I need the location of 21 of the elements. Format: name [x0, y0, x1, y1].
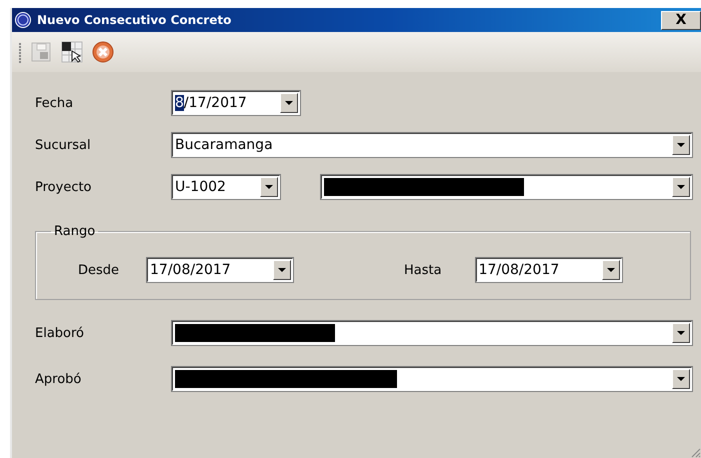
aprobo-label: Aprobó — [35, 372, 82, 386]
fecha-label: Fecha — [35, 96, 74, 110]
project-name-dropdown[interactable] — [320, 174, 693, 200]
desde-label: Desde — [76, 262, 119, 278]
aprobo-dropdown[interactable] — [171, 366, 693, 392]
toolbar-grip-icon — [18, 40, 22, 64]
app-logo-icon — [15, 12, 31, 28]
rango-title: Rango — [53, 224, 96, 239]
elaboro-label: Elaboró — [35, 326, 86, 340]
project-code-dropdown[interactable]: U-1002 — [171, 174, 281, 200]
sucursal-label: Sucursal — [35, 138, 92, 152]
hasta-date-picker[interactable]: 17/08/2017 — [474, 257, 623, 283]
hasta-label: Hasta — [404, 262, 442, 278]
resize-grip-icon[interactable] — [689, 446, 701, 458]
close-button[interactable]: X — [661, 10, 701, 30]
window-title: Nuevo Consecutivo Concreto — [37, 13, 232, 27]
date-picker[interactable]: 8/17/2017 — [171, 90, 301, 116]
sucursal-dropdown[interactable]: Bucaramanga — [171, 132, 693, 158]
desde-date-picker[interactable]: 17/08/2017 — [146, 257, 294, 283]
elaboro-dropdown[interactable] — [171, 320, 693, 346]
proyecto-label: Proyecto — [35, 180, 93, 194]
